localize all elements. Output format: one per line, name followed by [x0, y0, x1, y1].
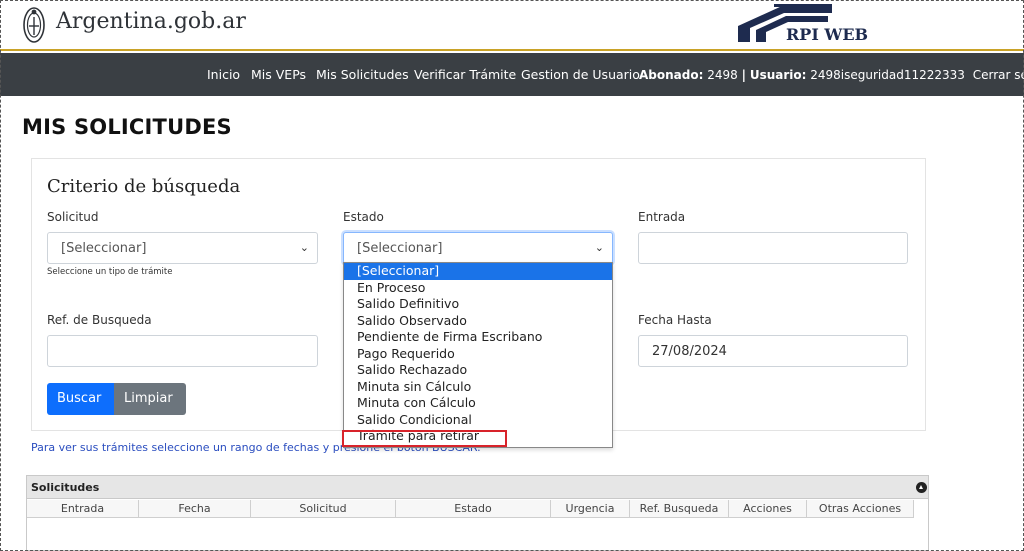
- user-info: Abonado: 2498 | Usuario: 2498iseguridad1…: [639, 68, 1024, 82]
- nav-inicio[interactable]: Inicio: [207, 67, 240, 82]
- table-col-header[interactable]: Estado: [396, 500, 551, 518]
- solicitudes-panel-header: [27, 476, 928, 499]
- info-separator: |: [741, 68, 746, 82]
- solicitud-select[interactable]: [Seleccionar] ⌄: [47, 232, 318, 264]
- rpi-web-logo-text: RPI WEB: [786, 25, 869, 44]
- chevron-down-icon: ⌄: [299, 241, 309, 254]
- estado-option[interactable]: Pago Requerido: [344, 346, 612, 363]
- estado-option[interactable]: En Proceso: [344, 280, 612, 297]
- top-header: Argentina.gob.ar RPI WEB: [0, 0, 1024, 51]
- table-col-header[interactable]: Solicitud: [251, 500, 396, 518]
- estado-option[interactable]: Salido Observado: [344, 313, 612, 330]
- solicitud-hint: Seleccione un tipo de trámite: [47, 267, 173, 277]
- brand-link[interactable]: Argentina.gob.ar: [56, 9, 246, 34]
- nav-mis-veps[interactable]: Mis VEPs: [251, 67, 306, 82]
- chevron-down-icon: ⌄: [594, 241, 604, 254]
- estado-select-value: [Seleccionar]: [357, 241, 443, 256]
- usuario-value: 2498iseguridad11222333: [810, 68, 965, 82]
- estado-select[interactable]: [Seleccionar] ⌄: [343, 232, 613, 264]
- solicitud-label: Solicitud: [47, 210, 99, 224]
- nav-mis-solicitudes[interactable]: Mis Solicitudes: [316, 67, 409, 82]
- ref-busqueda-input[interactable]: [47, 335, 318, 367]
- highlight-annotation: [342, 430, 507, 447]
- fecha-hasta-label: Fecha Hasta: [638, 313, 712, 327]
- estado-option[interactable]: Minuta sin Cálculo: [344, 379, 612, 396]
- table-col-header[interactable]: Ref. Busqueda: [630, 500, 729, 518]
- table-col-header[interactable]: Fecha: [139, 500, 251, 518]
- entrada-label: Entrada: [638, 210, 686, 224]
- estado-option[interactable]: Salido Definitivo: [344, 296, 612, 313]
- table-col-header[interactable]: Urgencia: [551, 500, 630, 518]
- estado-dropdown-list: [Seleccionar] En Proceso Salido Definiti…: [343, 262, 613, 448]
- estado-option[interactable]: [Seleccionar]: [344, 263, 612, 280]
- search-card-title: Criterio de búsqueda: [47, 176, 241, 197]
- argentina-seal-icon: [23, 7, 45, 43]
- entrada-input[interactable]: [638, 232, 908, 264]
- nav-verificar-tramite[interactable]: Verificar Trámite: [414, 67, 516, 82]
- table-col-header[interactable]: Otras Acciones: [807, 500, 914, 518]
- estado-option[interactable]: Salido Rechazado: [344, 362, 612, 379]
- table-col-header[interactable]: Entrada: [27, 500, 139, 518]
- estado-option[interactable]: Minuta con Cálculo: [344, 395, 612, 412]
- estado-option[interactable]: Salido Condicional: [344, 412, 612, 429]
- estado-label: Estado: [343, 210, 384, 224]
- abonado-label: Abonado:: [639, 68, 704, 82]
- estado-option[interactable]: Pendiente de Firma Escribano: [344, 329, 612, 346]
- main-navbar: Inicio Mis VEPs Mis Solicitudes Verifica…: [0, 53, 1024, 96]
- nav-gestion-usuario[interactable]: Gestion de Usuario: [521, 67, 640, 82]
- abonado-value: 2498: [707, 68, 738, 82]
- ref-busqueda-label: Ref. de Busqueda: [47, 313, 152, 327]
- solicitudes-panel-title: Solicitudes: [31, 481, 100, 494]
- table-col-header[interactable]: Acciones: [729, 500, 807, 518]
- buscar-button[interactable]: Buscar: [47, 383, 114, 415]
- page-title: MIS SOLICITUDES: [22, 115, 232, 139]
- limpiar-button[interactable]: Limpiar: [114, 383, 186, 415]
- collapse-icon[interactable]: [916, 482, 927, 493]
- fecha-hasta-input-value: 27/08/2024: [652, 344, 727, 359]
- fecha-hasta-input[interactable]: 27/08/2024: [638, 335, 908, 367]
- solicitud-select-value: [Seleccionar]: [61, 241, 147, 256]
- usuario-label: Usuario:: [749, 68, 807, 82]
- logout-link[interactable]: Cerrar sesión: [973, 68, 1024, 82]
